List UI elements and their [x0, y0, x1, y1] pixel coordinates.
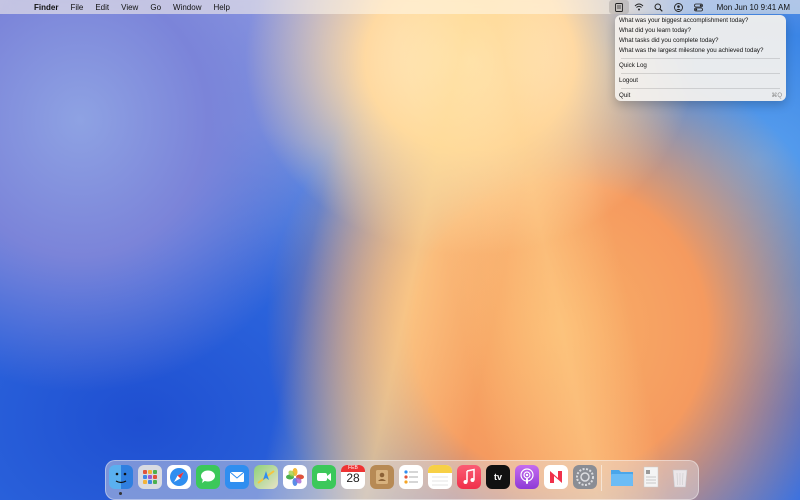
news-icon[interactable] [544, 465, 568, 489]
menu-view[interactable]: View [121, 3, 138, 12]
menu-help[interactable]: Help [213, 3, 229, 12]
downloads-folder-icon[interactable] [610, 465, 634, 489]
search-icon[interactable] [649, 0, 669, 14]
menu-file[interactable]: File [70, 3, 83, 12]
menu-separator [621, 58, 780, 59]
log-app-dropdown: What was your biggest accomplishment tod… [615, 15, 786, 101]
podcasts-icon[interactable] [515, 465, 539, 489]
prompt-learned[interactable]: What did you learn today? [619, 27, 691, 34]
facetime-icon[interactable] [312, 465, 336, 489]
control-center-icon[interactable] [689, 0, 709, 14]
messages-icon[interactable] [196, 465, 220, 489]
wifi-icon[interactable] [629, 0, 649, 14]
log-app-icon[interactable] [608, 0, 629, 14]
calendar-icon[interactable]: FEB 28 [341, 465, 365, 489]
maps-icon[interactable] [254, 465, 278, 489]
menu-separator [621, 88, 780, 89]
photos-icon[interactable] [283, 465, 307, 489]
contacts-icon[interactable] [370, 465, 394, 489]
menu-go[interactable]: Go [150, 3, 161, 12]
music-icon[interactable] [457, 465, 481, 489]
menu-app-finder[interactable]: Finder [34, 3, 58, 12]
menu-bar: Finder File Edit View Go Window Help Mon… [0, 0, 800, 14]
prompt-milestone[interactable]: What was the largest milestone you achie… [619, 47, 763, 54]
logout-item[interactable]: Logout [619, 77, 638, 84]
tv-label: tv [493, 472, 502, 482]
reminders-icon[interactable] [399, 465, 423, 489]
trash-icon[interactable] [668, 465, 692, 489]
quick-log-item[interactable]: Quick Log [619, 62, 647, 69]
safari-icon[interactable] [167, 465, 191, 489]
notes-icon[interactable] [428, 465, 452, 489]
menu-edit[interactable]: Edit [95, 3, 109, 12]
system-settings-icon[interactable] [573, 465, 597, 489]
user-icon[interactable] [669, 0, 689, 14]
clock-datetime[interactable]: Mon Jun 10 9:41 AM [717, 3, 790, 12]
mail-icon[interactable] [225, 465, 249, 489]
quit-item[interactable]: Quit [619, 92, 630, 99]
finder-icon[interactable] [109, 465, 133, 489]
launchpad-icon[interactable] [138, 465, 162, 489]
prompt-tasks-completed[interactable]: What tasks did you complete today? [619, 37, 718, 44]
menu-separator [621, 73, 780, 74]
running-indicator [119, 492, 122, 495]
menu-window[interactable]: Window [173, 3, 201, 12]
calendar-day: 28 [346, 471, 360, 485]
dock-divider [601, 465, 602, 491]
document-icon[interactable] [639, 465, 663, 489]
prompt-accomplishment[interactable]: What was your biggest accomplishment tod… [619, 17, 748, 24]
apple-tv-icon[interactable]: tv [486, 465, 510, 489]
quit-shortcut: ⌘Q [771, 93, 782, 99]
